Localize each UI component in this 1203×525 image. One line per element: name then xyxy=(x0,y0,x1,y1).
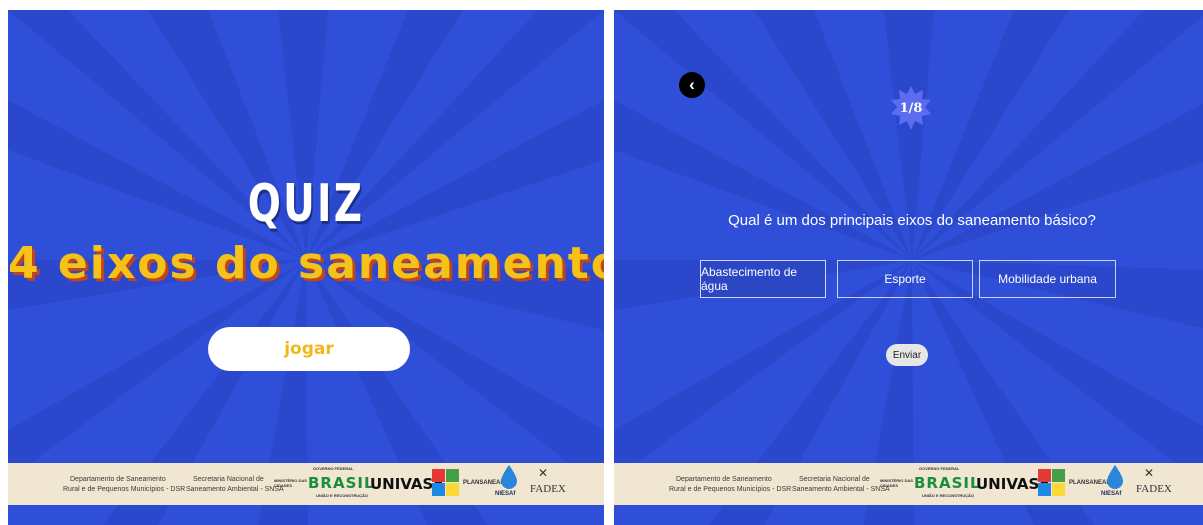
panel-divider xyxy=(604,10,614,525)
dept-line2: Rural e de Pequenos Municípios - DSR xyxy=(669,486,792,493)
plansanear-puzzle-icon xyxy=(432,469,459,496)
submit-button[interactable]: Enviar xyxy=(886,344,928,366)
brasil-logo: BRASIL xyxy=(308,474,375,492)
ministerio-line2: CIDADES xyxy=(880,482,899,488)
play-button[interactable]: jogar xyxy=(208,327,410,371)
ministerio-line2: CIDADES xyxy=(274,482,293,488)
dept-line1: Departamento de Saneamento xyxy=(70,476,166,483)
sponsor-footer: Departamento de Saneamento Rural e de Pe… xyxy=(614,463,1203,505)
start-screen: QUIZ 4 eixos do saneamento jogar Departa… xyxy=(8,10,604,525)
niesaf-logo: NIESAf xyxy=(495,491,516,497)
secretaria-line1: Secretaria Nacional de xyxy=(799,476,870,483)
ministerio-logo: MINISTÉRIO DAS CIDADES xyxy=(880,478,913,489)
plansanear-logo: PLANSANEAR xyxy=(463,480,505,486)
fadex-star-icon: ✕ xyxy=(538,466,549,480)
quiz-title: QUIZ xyxy=(247,174,365,234)
sponsor-footer: Departamento de Saneamento Rural e de Pe… xyxy=(8,463,604,505)
governo-label: GOVERNO FEDERAL xyxy=(313,466,354,471)
water-drop-icon xyxy=(501,465,517,489)
option-abastecimento[interactable]: Abastecimento de água xyxy=(700,260,826,298)
play-button-label: jogar xyxy=(284,339,334,359)
dept-line2: Rural e de Pequenos Municípios - DSR xyxy=(63,486,186,493)
plansanear-puzzle-icon xyxy=(1038,469,1065,496)
brasil-logo: BRASIL xyxy=(914,474,981,492)
chevron-left-icon: ‹ xyxy=(689,75,695,94)
back-button[interactable]: ‹ xyxy=(679,72,705,98)
option-label: Esporte xyxy=(884,272,926,286)
question-text: Qual é um dos principais eixos do saneam… xyxy=(728,212,1096,229)
water-drop-icon xyxy=(1107,465,1123,489)
question-counter: 1/8 xyxy=(899,100,923,116)
secretaria-line2: Saneamento Ambiental - SNSA xyxy=(186,486,284,493)
fadex-star-icon: ✕ xyxy=(1144,466,1155,480)
brasil-logo-text: BRASIL xyxy=(308,474,375,492)
brasil-tagline: UNIÃO E RECONSTRUÇÃO xyxy=(922,493,975,498)
plansanear-logo: PLANSANEAR xyxy=(1069,480,1111,486)
ministerio-logo: MINISTÉRIO DAS CIDADES xyxy=(274,478,307,489)
brasil-tagline: UNIÃO E RECONSTRUÇÃO xyxy=(316,493,369,498)
option-mobilidade[interactable]: Mobilidade urbana xyxy=(979,260,1116,298)
option-esporte[interactable]: Esporte xyxy=(837,260,973,298)
dept-line1: Departamento de Saneamento xyxy=(676,476,772,483)
fadex-logo: FADEX xyxy=(1136,483,1172,495)
brasil-logo-text: BRASIL xyxy=(914,474,981,492)
secretaria-line2: Saneamento Ambiental - SNSA xyxy=(792,486,890,493)
governo-label: GOVERNO FEDERAL xyxy=(919,466,960,471)
submit-button-label: Enviar xyxy=(892,349,922,361)
option-label: Abastecimento de água xyxy=(701,265,798,293)
fadex-logo: FADEX xyxy=(530,483,566,495)
niesaf-logo: NIESAf xyxy=(1101,491,1122,497)
quiz-subtitle: 4 eixos do saneamento xyxy=(8,238,604,289)
option-label: Mobilidade urbana xyxy=(998,272,1097,286)
secretaria-line1: Secretaria Nacional de xyxy=(193,476,264,483)
question-screen: ‹ 1/8 Qual é um dos principais eixos do … xyxy=(614,10,1203,525)
